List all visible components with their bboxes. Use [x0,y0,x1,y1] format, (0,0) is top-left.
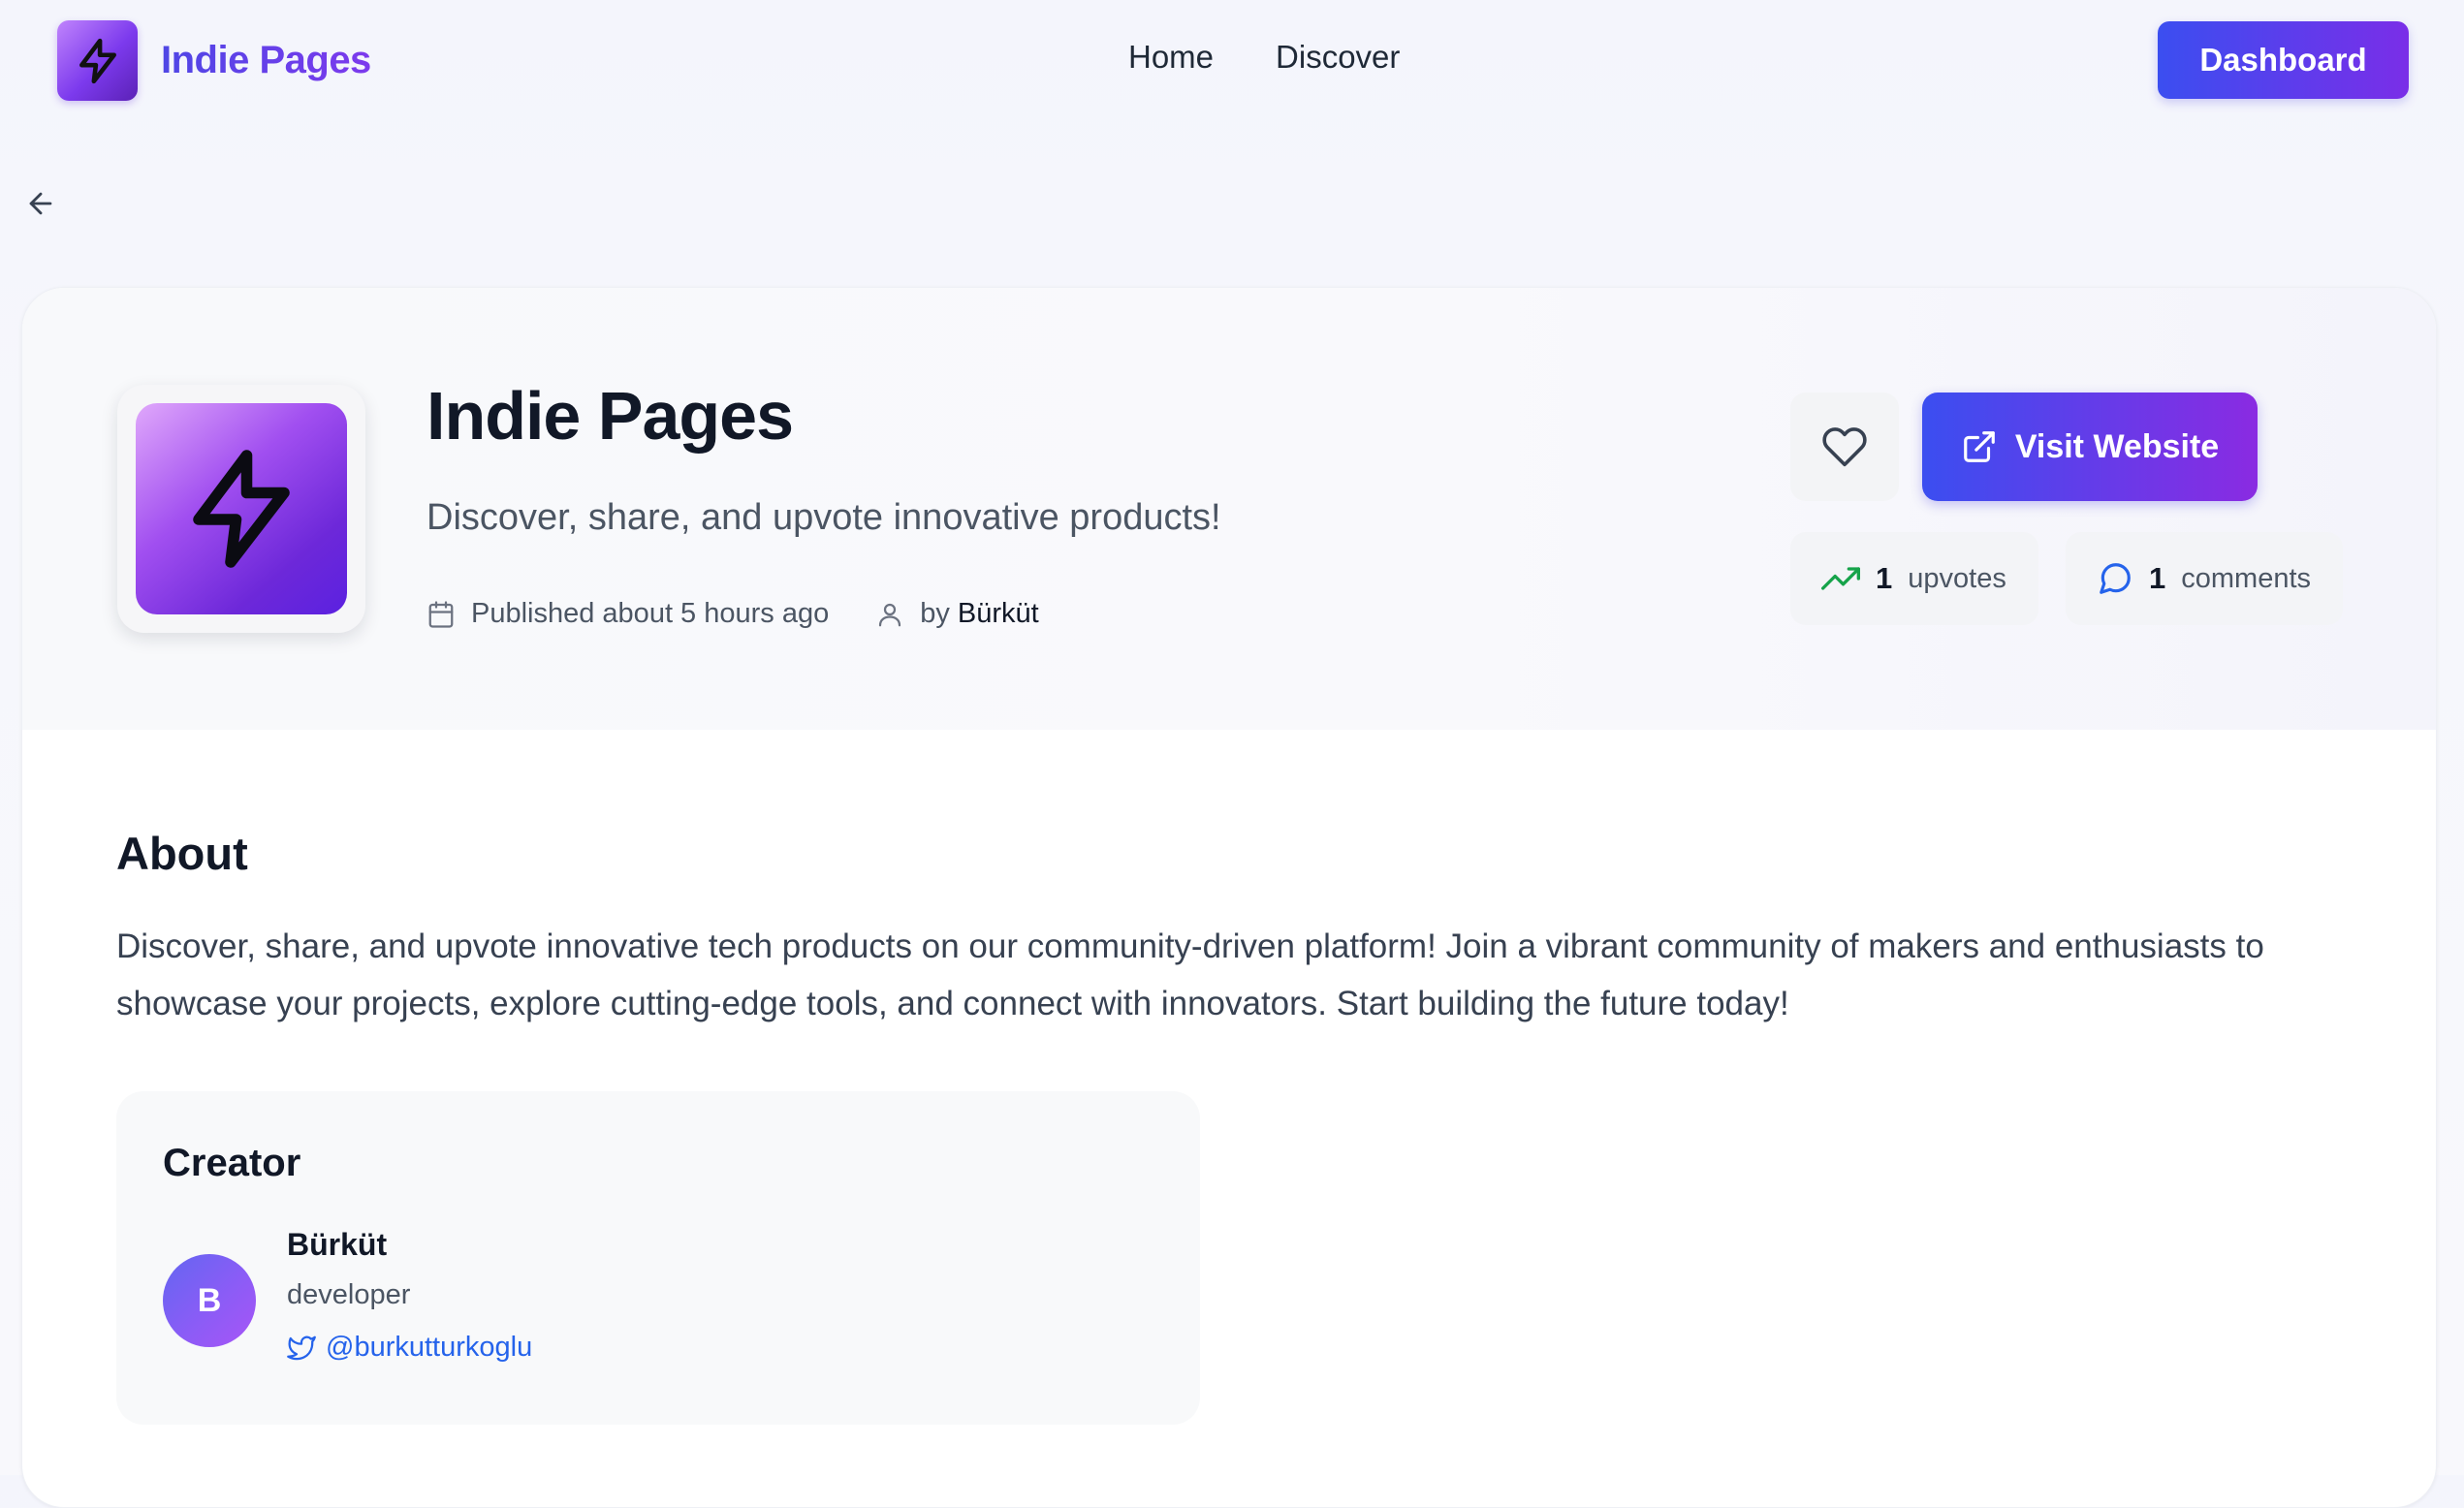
comments-count: 1 [2149,561,2166,595]
message-circle-icon [2100,563,2131,594]
trending-up-icon [1821,567,1860,590]
creator-heading: Creator [163,1142,301,1184]
author-name[interactable]: Bürküt [958,598,1039,630]
top-nav: Indie Pages Home Discover Dashboard [0,0,2464,122]
creator-card: Creator B Bürküt developer @burkutturkog… [116,1091,1200,1425]
product-meta: Published about 5 hours ago by Bürküt [426,598,1039,630]
product-logo [117,385,365,633]
product-header: Indie Pages Discover, share, and upvote … [22,288,2436,730]
arrow-left-icon [29,192,52,215]
upvotes-stat: 1 upvotes [1790,532,2038,625]
product-title: Indie Pages [426,378,794,454]
nav-discover-link[interactable]: Discover [1276,39,1400,76]
brand-name: Indie Pages [161,39,371,81]
dashboard-button[interactable]: Dashboard [2158,21,2409,99]
upvotes-label: upvotes [1908,562,2006,594]
heart-icon [1822,427,1867,467]
external-link-icon [1963,431,1995,462]
lightning-bolt-icon [57,20,138,101]
about-text: Discover, share, and upvote innovative t… [116,927,2264,1022]
comments-label: comments [2181,562,2312,594]
published-text: Published about 5 hours ago [471,598,830,629]
like-button[interactable] [1790,393,1899,501]
brand-link[interactable]: Indie Pages [57,20,371,101]
product-card: Indie Pages Discover, share, and upvote … [21,287,2437,1508]
creator-twitter-link[interactable]: @burkutturkoglu [287,1332,532,1364]
back-button[interactable] [19,182,62,225]
by-label: by [920,598,950,629]
creator-name: Bürküt [287,1227,388,1262]
comments-stat[interactable]: 1 comments [2066,532,2343,625]
nav-home-link[interactable]: Home [1128,39,1214,76]
visit-website-button[interactable]: Visit Website [1922,393,2258,501]
about-heading: About [116,828,248,879]
calendar-icon [428,600,454,628]
lightning-bolt-icon [136,403,347,614]
creator-role: developer [287,1279,411,1310]
published-info: Published about 5 hours ago [426,598,829,630]
main-nav: Home Discover [1128,39,1400,76]
creator-twitter-handle: @burkutturkoglu [326,1332,533,1363]
product-tagline: Discover, share, and upvote innovative p… [426,497,1221,538]
author-info: by Bürküt [875,598,1039,630]
user-icon [879,603,901,626]
upvotes-count: 1 [1876,561,1893,595]
twitter-icon [287,1335,316,1360]
avatar: B [163,1254,256,1347]
visit-website-label: Visit Website [2014,427,2220,465]
